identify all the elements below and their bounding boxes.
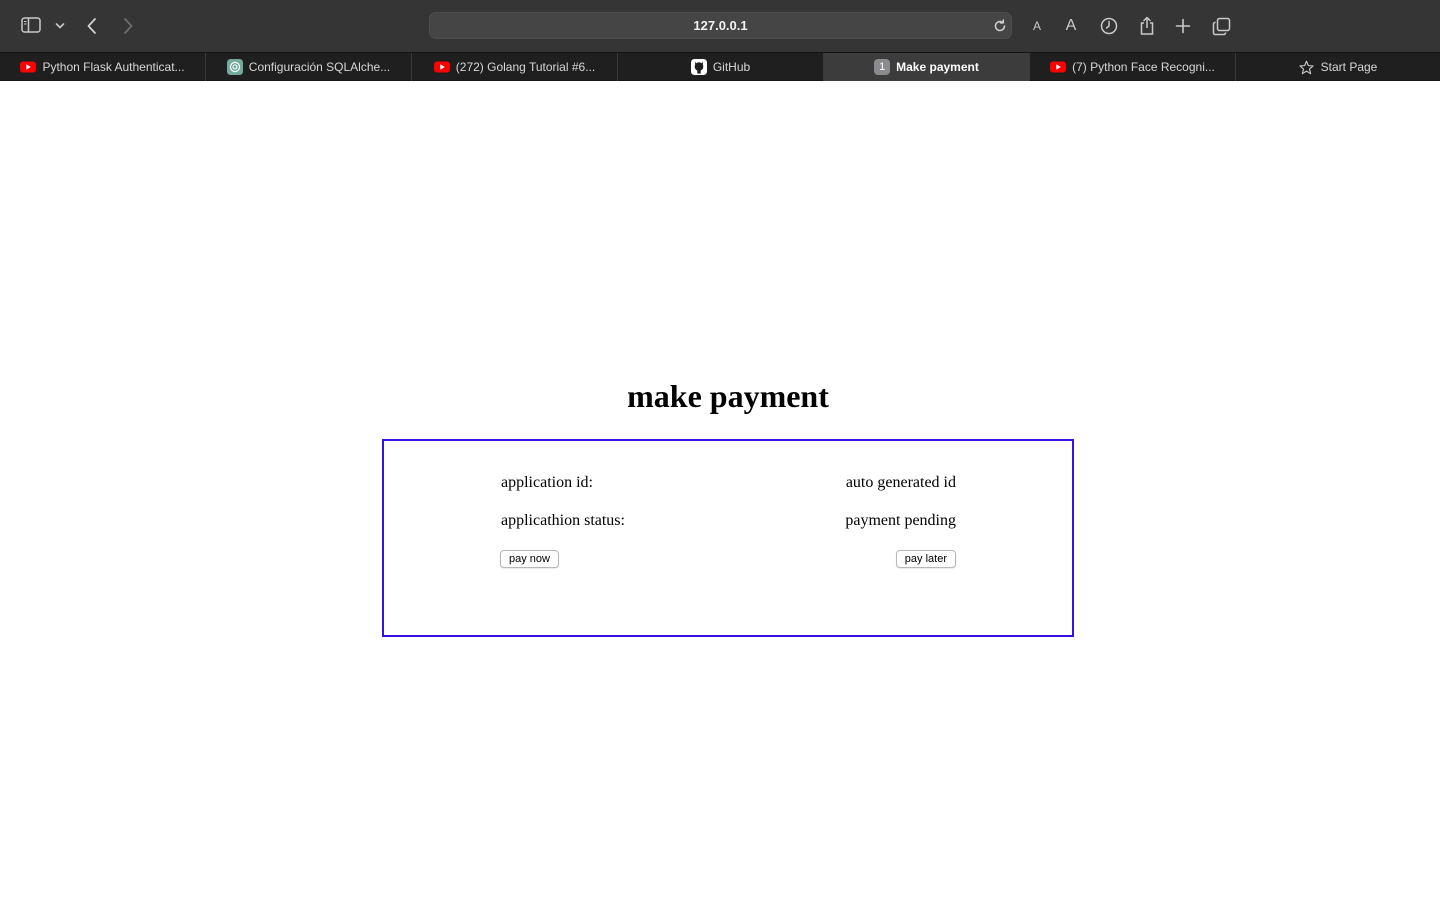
payment-panel: application id: auto generated id applic…	[382, 439, 1074, 637]
tab-python-flask[interactable]: Python Flask Authenticat...	[0, 53, 206, 81]
tab-start-page[interactable]: Start Page	[1236, 53, 1440, 81]
tab-golang-tutorial[interactable]: (272) Golang Tutorial #6...	[412, 53, 618, 81]
tab-sqlalchemy[interactable]: Configuración SQLAlche...	[206, 53, 412, 81]
text-larger-button[interactable]: A	[1061, 14, 1081, 38]
application-status-value: payment pending	[845, 512, 956, 529]
share-icon[interactable]	[1137, 14, 1157, 38]
history-clock-icon[interactable]	[1099, 15, 1119, 37]
star-icon	[1299, 59, 1315, 75]
tab-overview-icon[interactable]	[1210, 15, 1232, 37]
pay-later-button[interactable]: pay later	[895, 550, 956, 568]
github-icon	[690, 59, 707, 75]
chatgpt-icon	[226, 59, 243, 75]
tab-label: (7) Python Face Recogni...	[1072, 60, 1215, 74]
youtube-icon	[433, 59, 450, 75]
tab-badge-number: 1	[879, 61, 886, 73]
sidebar-toggle-icon[interactable]	[20, 15, 42, 35]
tab-label: Start Page	[1320, 60, 1378, 74]
tab-label: GitHub	[712, 60, 751, 74]
page-title: make payment	[627, 378, 829, 414]
address-bar[interactable]: 127.0.0.1	[429, 12, 1012, 39]
browser-toolbar: 127.0.0.1 A A	[0, 0, 1440, 52]
tab-strip: Python Flask Authenticat... Configuració…	[0, 52, 1440, 81]
application-status-label: applicathion status:	[501, 512, 625, 529]
tab-label: (272) Golang Tutorial #6...	[455, 60, 596, 74]
tab-label: Make payment	[896, 60, 979, 74]
back-arrow-icon[interactable]	[82, 15, 102, 37]
application-id-label: application id:	[501, 474, 593, 491]
reload-icon[interactable]	[990, 16, 1010, 36]
number-badge-icon: 1	[874, 59, 891, 75]
text-smaller-button[interactable]: A	[1028, 16, 1046, 36]
tab-python-face-recognition[interactable]: (7) Python Face Recogni...	[1030, 53, 1236, 81]
tab-make-payment[interactable]: 1 Make payment	[824, 53, 1030, 81]
url-text: 127.0.0.1	[693, 18, 748, 33]
forward-arrow-icon[interactable]	[118, 15, 138, 37]
chevron-down-icon[interactable]	[53, 18, 67, 34]
application-id-value: auto generated id	[845, 474, 956, 491]
tab-label: Python Flask Authenticat...	[42, 60, 185, 74]
pay-now-button[interactable]: pay now	[500, 550, 559, 568]
new-tab-plus-icon[interactable]	[1173, 15, 1193, 37]
tab-label: Configuración SQLAlche...	[248, 60, 391, 74]
youtube-icon	[1050, 59, 1067, 75]
youtube-icon	[20, 59, 37, 75]
tab-github[interactable]: GitHub	[618, 53, 824, 81]
